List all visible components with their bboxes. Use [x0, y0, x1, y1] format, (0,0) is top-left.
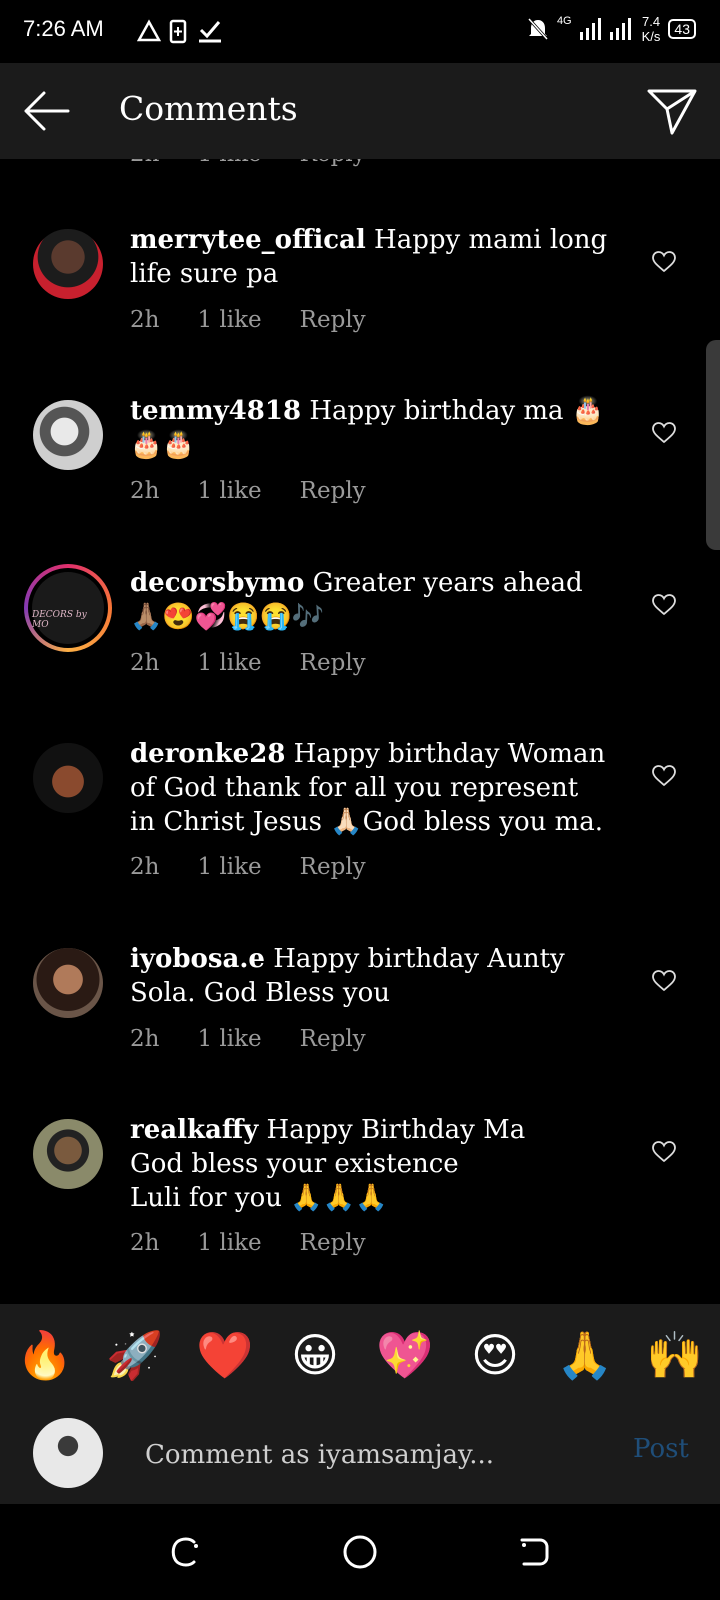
mute-icon [527, 17, 549, 41]
header-bar: Comments [0, 63, 720, 159]
comment-username[interactable]: merrytee_offical [130, 225, 366, 255]
reply-button[interactable]: Reply [300, 307, 366, 333]
avatar[interactable] [33, 743, 103, 813]
scroll-handle[interactable] [706, 340, 720, 550]
comment-time: 2h [130, 1026, 160, 1052]
comment-time: 2h [130, 854, 160, 880]
comment-likes[interactable]: 1 like [197, 159, 261, 167]
avatar[interactable] [33, 948, 103, 1018]
comment-likes[interactable]: 1 like [197, 1230, 261, 1256]
comment-likes[interactable]: 1 like [197, 650, 261, 676]
emoji-raised-hands[interactable]: 🙌 [630, 1328, 720, 1383]
emoji-heart[interactable]: ❤️ [180, 1328, 270, 1383]
comment-username[interactable]: realkaffy [130, 1115, 258, 1145]
comment-likes[interactable]: 1 like [197, 307, 261, 333]
story-ring[interactable]: DECORS by MO [24, 564, 112, 652]
emoji-heart-eyes[interactable]: 😍 [450, 1328, 540, 1382]
comment-body: merrytee_offical Happy mami long life su… [130, 223, 610, 291]
heart-icon[interactable] [652, 1141, 676, 1163]
system-nav-bar [0, 1504, 720, 1600]
comment-composer: Post [0, 1406, 720, 1504]
comment-username[interactable]: decorsbymo [130, 568, 304, 598]
signal-icon [579, 18, 631, 40]
back-nav-icon[interactable] [516, 1534, 552, 1570]
status-notification-icons [137, 19, 221, 44]
comment-username[interactable]: temmy4818 [130, 396, 301, 426]
network-type: 4G [556, 15, 572, 27]
avatar[interactable] [33, 400, 103, 470]
comment-body: deronke28 Happy birthday Woman of God th… [130, 737, 610, 839]
post-button[interactable]: Post [633, 1434, 689, 1464]
reply-button[interactable]: Reply [300, 478, 366, 504]
recent-apps-icon[interactable] [168, 1534, 204, 1570]
comment-body: realkaffy Happy Birthday Ma God bless yo… [130, 1113, 610, 1215]
comment-body: decorsbymo Greater years ahead🙏🏽😍💞😭😭🎶 [130, 566, 610, 634]
comment-time: 2h [130, 159, 159, 167]
comment-time: 2h [130, 1230, 160, 1256]
comment-time: 2h [130, 478, 160, 504]
reply-button[interactable]: Reply [300, 1026, 366, 1052]
reply-button[interactable]: Reply [300, 854, 366, 880]
page-title: Comments [119, 89, 298, 128]
emoji-fire[interactable]: 🔥 [0, 1328, 90, 1383]
my-avatar[interactable] [33, 1418, 103, 1488]
emoji-grin[interactable]: 😀 [270, 1328, 360, 1382]
partial-comment: 2h 1 like Reply [0, 159, 720, 171]
comment-username[interactable]: deronke28 [130, 739, 285, 769]
comment-body: iyobosa.e Happy birthday Aunty Sola. God… [130, 942, 610, 1010]
comment-likes[interactable]: 1 like [197, 1026, 261, 1052]
avatar[interactable] [33, 1119, 103, 1189]
heart-icon[interactable] [652, 594, 676, 616]
back-arrow-icon[interactable] [22, 87, 72, 135]
reply-button[interactable]: Reply [300, 650, 366, 676]
status-time: 7:26 AM [23, 16, 104, 41]
network-speed: 7.4 K/s [641, 14, 661, 44]
comment-username[interactable]: iyobosa.e [130, 944, 265, 974]
emoji-quick-bar: 🔥 🚀 ❤️ 😀 💖 😍 🙏 🙌 [0, 1304, 720, 1406]
share-send-icon[interactable] [646, 85, 698, 137]
comment-time: 2h [130, 307, 160, 333]
reply-button[interactable]: Reply [300, 159, 366, 167]
reply-button[interactable]: Reply [300, 1230, 366, 1256]
comment-body: temmy4818 Happy birthday ma 🎂🎂🎂 [130, 394, 610, 462]
comment-likes[interactable]: 1 like [197, 478, 261, 504]
home-icon[interactable] [342, 1534, 378, 1570]
avatar[interactable] [33, 229, 103, 299]
heart-icon[interactable] [652, 970, 676, 992]
emoji-rocket[interactable]: 🚀 [90, 1328, 180, 1383]
heart-icon[interactable] [652, 765, 676, 787]
comments-list[interactable]: 2h 1 like Reply merrytee_offical Happy m… [0, 159, 720, 1304]
comment-input[interactable] [143, 1434, 597, 1476]
emoji-sparkle-heart[interactable]: 💖 [360, 1328, 450, 1383]
heart-icon[interactable] [652, 422, 676, 444]
status-bar: 7:26 AM 4G 7.4 K/s 43 [0, 0, 720, 63]
comment-likes[interactable]: 1 like [197, 854, 261, 880]
battery-indicator: 43 [668, 19, 696, 39]
emoji-pray[interactable]: 🙏 [540, 1328, 630, 1383]
avatar: DECORS by MO [32, 572, 104, 644]
comment-time: 2h [130, 650, 160, 676]
heart-icon[interactable] [652, 251, 676, 273]
